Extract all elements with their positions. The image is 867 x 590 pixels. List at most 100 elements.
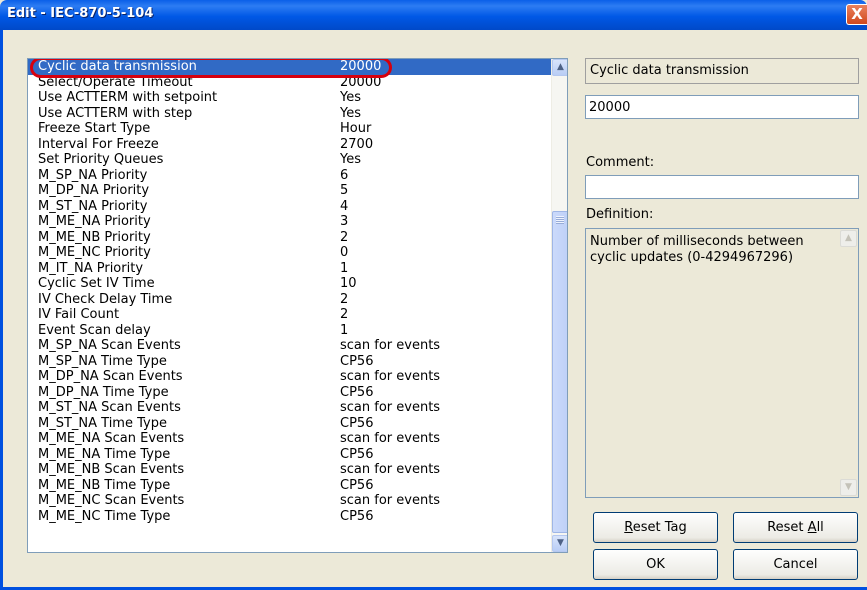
- list-item[interactable]: M_ME_NB Time Type CP56: [28, 478, 551, 494]
- list-item-name: Use ACTTERM with step: [38, 105, 193, 121]
- list-item-name: IV Fail Count: [38, 307, 120, 322]
- list-item-name: M_SP_NA Time Type: [38, 353, 167, 369]
- ok-button[interactable]: OK: [593, 549, 718, 580]
- list-item-name: M_ST_NA Time Type: [38, 415, 167, 431]
- list-item[interactable]: M_ST_NA Time Type CP56: [28, 416, 551, 432]
- list-item[interactable]: M_ST_NA Priority 4: [28, 199, 551, 215]
- list-item[interactable]: M_ME_NC Scan Events scan for events: [28, 493, 551, 509]
- list-item[interactable]: Use ACTTERM with step Yes: [28, 106, 551, 122]
- value-input[interactable]: [585, 95, 859, 119]
- reset-all-button[interactable]: Reset All: [733, 512, 858, 543]
- cancel-button[interactable]: Cancel: [733, 549, 858, 580]
- list-item-value: Hour: [340, 121, 372, 136]
- reset-tag-button[interactable]: Reset Tag: [593, 512, 718, 543]
- title-bar: Edit - IEC-870-5-104 X: [0, 0, 867, 30]
- list-item[interactable]: Set Priority Queues Yes: [28, 152, 551, 168]
- parameter-rows: Cyclic data transmission 20000 Select/Oper…: [28, 59, 551, 524]
- list-item[interactable]: M_ME_NA Scan Events scan for events: [28, 431, 551, 447]
- list-item-value: scan for events: [340, 431, 441, 446]
- list-item-name: M_ME_NC Priority: [38, 245, 151, 260]
- list-item-name: Use ACTTERM with setpoint: [38, 90, 218, 105]
- list-item-name: M_ST_NA Priority: [38, 198, 148, 214]
- list-item-name: IV Check Delay Time: [38, 291, 173, 307]
- list-item[interactable]: M_ME_NB Priority 2: [28, 230, 551, 246]
- list-item[interactable]: M_SP_NA Priority 6: [28, 168, 551, 184]
- list-item-value: 2: [340, 291, 349, 307]
- list-item-name: Event Scan delay: [38, 322, 151, 338]
- scroll-up-button[interactable]: ▲: [552, 59, 567, 76]
- parameter-list[interactable]: Cyclic data transmission 20000 Select/Oper…: [27, 58, 568, 553]
- chevron-up-icon: ▲: [557, 62, 564, 72]
- list-item[interactable]: M_SP_NA Scan Events scan for events: [28, 338, 551, 354]
- list-item-name: M_ME_NB Scan Events: [38, 462, 185, 477]
- list-item-value: CP56: [340, 384, 374, 400]
- list-item[interactable]: IV Check Delay Time 2: [28, 292, 551, 308]
- list-item-value: 1: [340, 322, 349, 338]
- chevron-down-icon: ▼: [557, 538, 564, 548]
- list-item-value: 20000: [340, 59, 382, 74]
- list-item-value: 2: [340, 307, 349, 322]
- list-item[interactable]: Cyclic data transmission 20000: [28, 59, 551, 75]
- list-item[interactable]: Cyclic Set IV Time 10: [28, 276, 551, 292]
- list-item-name: M_ME_NC Scan Events: [38, 493, 185, 508]
- list-item[interactable]: M_DP_NA Priority 5: [28, 183, 551, 199]
- close-icon: X: [851, 5, 863, 23]
- list-item[interactable]: Interval For Freeze 2700: [28, 137, 551, 153]
- chevron-up-icon: ▲: [845, 233, 852, 243]
- list-item-name: M_ME_NA Time Type: [38, 446, 171, 462]
- list-item-value: 2700: [340, 136, 374, 152]
- list-item[interactable]: M_SP_NA Time Type CP56: [28, 354, 551, 370]
- list-item[interactable]: M_ME_NB Scan Events scan for events: [28, 462, 551, 478]
- list-item[interactable]: IV Fail Count 2: [28, 307, 551, 323]
- list-item[interactable]: M_ME_NC Time Type CP56: [28, 509, 551, 525]
- list-item-value: scan for events: [340, 369, 441, 384]
- list-item[interactable]: M_ST_NA Scan Events scan for events: [28, 400, 551, 416]
- selected-field-name: Cyclic data transmission: [585, 58, 859, 84]
- comment-label: Comment:: [586, 155, 655, 170]
- list-item-name: Set Priority Queues: [38, 152, 164, 167]
- reset-tag-accel: R: [624, 520, 633, 535]
- scroll-thumb[interactable]: [552, 211, 567, 533]
- reset-tag-label: eset Tag: [632, 520, 687, 535]
- list-item-value: Yes: [340, 90, 361, 105]
- list-item[interactable]: M_ME_NA Time Type CP56: [28, 447, 551, 463]
- definition-scroll-down-button[interactable]: ▼: [840, 479, 857, 496]
- list-item-value: 0: [340, 245, 349, 260]
- list-item-value: 4: [340, 198, 349, 214]
- list-item-name: M_ME_NB Time Type: [38, 477, 171, 493]
- list-item-value: 5: [340, 183, 349, 198]
- list-item-name: M_ME_NC Time Type: [38, 508, 171, 524]
- comment-input[interactable]: [585, 175, 859, 199]
- list-item-name: M_ME_NA Scan Events: [38, 431, 185, 446]
- list-item[interactable]: M_ME_NC Priority 0: [28, 245, 551, 261]
- list-item[interactable]: Freeze Start Type Hour: [28, 121, 551, 137]
- list-item[interactable]: M_ME_NA Priority 3: [28, 214, 551, 230]
- list-item-value: CP56: [340, 446, 374, 462]
- list-scrollbar[interactable]: ▲ ▼: [551, 59, 567, 552]
- close-button[interactable]: X: [846, 4, 867, 25]
- list-item[interactable]: M_IT_NA Priority 1: [28, 261, 551, 277]
- list-item-value: scan for events: [340, 338, 441, 353]
- list-item-name: M_SP_NA Priority: [38, 167, 148, 183]
- list-item-value: 1: [340, 260, 349, 276]
- reset-all-label-pre: Reset: [767, 520, 808, 535]
- list-item[interactable]: Select/Operate Timeout 20000: [28, 75, 551, 91]
- list-item[interactable]: Use ACTTERM with setpoint Yes: [28, 90, 551, 106]
- window-title: Edit - IEC-870-5-104: [7, 6, 154, 21]
- list-item[interactable]: M_DP_NA Time Type CP56: [28, 385, 551, 401]
- list-item[interactable]: Event Scan delay 1: [28, 323, 551, 339]
- list-item[interactable]: M_DP_NA Scan Events scan for events: [28, 369, 551, 385]
- definition-label: Definition:: [586, 207, 654, 222]
- scroll-grip-icon: [556, 216, 564, 224]
- list-item-name: Select/Operate Timeout: [38, 74, 193, 90]
- list-item-name: Cyclic data transmission: [38, 59, 197, 74]
- definition-scrollbar[interactable]: ▲ ▼: [840, 230, 857, 496]
- scroll-down-button[interactable]: ▼: [552, 535, 567, 552]
- list-item-value: scan for events: [340, 462, 441, 477]
- list-item-value: 2: [340, 229, 349, 245]
- definition-scroll-up-button[interactable]: ▲: [840, 230, 857, 247]
- reset-all-label-rest: ll: [816, 520, 824, 535]
- list-item-value: 20000: [340, 74, 382, 90]
- list-item-name: M_ME_NA Priority: [38, 214, 151, 229]
- list-item-name: Cyclic Set IV Time: [38, 276, 155, 291]
